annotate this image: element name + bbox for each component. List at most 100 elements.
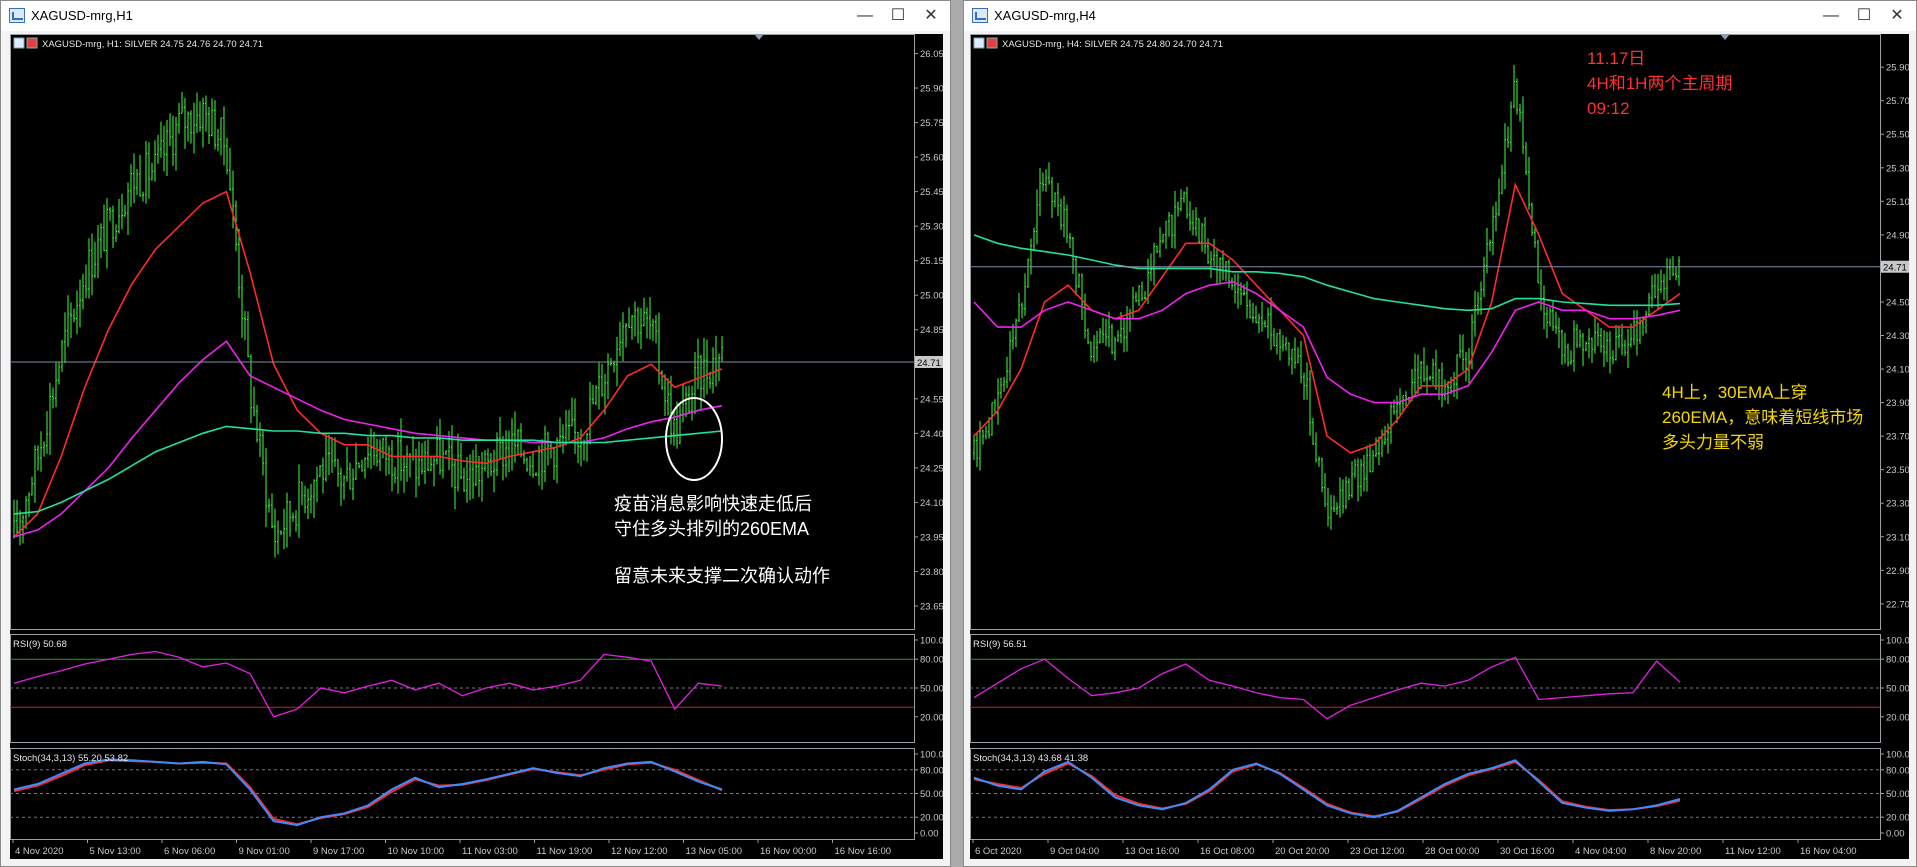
x-tick-label: 30 Oct 16:00: [1500, 846, 1554, 857]
annotation-text: 多头力量不弱: [1662, 433, 1764, 452]
y-tick-label: 24.30: [1886, 331, 1909, 342]
price-bars: [13, 91, 723, 558]
y-tick-label: 25.30: [1886, 163, 1909, 174]
x-tick-label: 9 Nov 17:00: [313, 846, 364, 857]
ema-line-1: [973, 182, 1681, 454]
chart-header: XAGUSD-mrg, H1: SILVER 24.75 24.76 24.70…: [42, 39, 263, 50]
rsi-tick-label: 100.00: [920, 636, 943, 647]
x-tick-label: 16 Oct 08:00: [1200, 846, 1254, 857]
x-tick-label: 16 Nov 00:00: [760, 846, 817, 857]
title-bar[interactable]: XAGUSD-mrg,H1 — ☐ ✕: [1, 1, 950, 31]
chart-area[interactable]: 25.9025.7025.5025.3025.1024.9024.7024.50…: [970, 34, 1915, 859]
ema-line-1: [13, 190, 723, 538]
stoch-tick-label: 20.00: [1886, 813, 1909, 824]
y-tick-label: 24.40: [920, 429, 943, 440]
y-tick-label: 24.85: [920, 325, 943, 336]
stoch-tick-label: 100.00: [1886, 750, 1909, 761]
y-tick-label: 24.90: [1886, 230, 1909, 241]
stoch-tick-label: 0.00: [920, 829, 939, 840]
x-tick-label: 11 Nov 12:00: [1725, 846, 1781, 857]
y-tick-label: 24.55: [920, 394, 943, 405]
y-tick-label: 23.30: [1886, 499, 1909, 510]
x-tick-label: 9 Nov 01:00: [239, 846, 290, 857]
y-tick-label: 23.70: [1886, 432, 1909, 443]
y-tick-label: 25.90: [1886, 63, 1909, 74]
main-pane-frame: [970, 34, 1881, 630]
rsi-tick-label: 50.00: [920, 684, 943, 695]
stoch-tick-label: 100.00: [920, 750, 943, 761]
chart-window-h1[interactable]: XAGUSD-mrg,H1 — ☐ ✕ 26.05 25.90 25.75 25.60…: [0, 0, 951, 867]
x-tick-label: 23 Oct 12:00: [1350, 846, 1404, 857]
y-tick-label: 25.00: [920, 291, 943, 302]
y-tick-label: 22.70: [1886, 599, 1909, 610]
y-tick-label: 22.90: [1886, 566, 1909, 577]
rsi-tick-label: 20.00: [1886, 712, 1909, 723]
x-tick-label: 10 Nov 10:00: [388, 846, 445, 857]
annotation-text: 4H上，30EMA上穿: [1662, 383, 1807, 402]
x-tick-label: 16 Nov 04:00: [1800, 846, 1857, 857]
symbol-icon: [13, 37, 25, 49]
x-tick-label: 11 Nov 19:00: [537, 846, 593, 857]
rsi-label: RSI(9) 50.68: [13, 639, 67, 650]
y-tick-label: 25.45: [920, 187, 943, 198]
maximize-button[interactable]: ☐: [883, 4, 913, 28]
y-tick-label: 23.90: [1886, 398, 1909, 409]
chart-header: XAGUSD-mrg, H4: SILVER 24.75 24.80 24.70…: [1002, 39, 1223, 50]
y-tick-label: 23.10: [1886, 532, 1909, 543]
title-bar[interactable]: XAGUSD-mrg,H4 — ☐ ✕: [964, 1, 1916, 31]
close-button[interactable]: ✕: [916, 4, 946, 28]
h4-chart[interactable]: 25.9025.7025.5025.3025.1024.9024.7024.50…: [970, 34, 1915, 859]
stoch-tick-label: 50.00: [920, 789, 943, 800]
rsi-tick-label: 20.00: [920, 712, 943, 723]
symbol-icon: [973, 37, 985, 49]
annotation-text: 09:12: [1587, 99, 1630, 118]
stoch-label: Stoch(34,3,13) 55.20 53.82: [13, 753, 128, 764]
annotation-text: 疫苗消息影响快速走低后: [614, 494, 812, 514]
x-tick-label: 11 Nov 03:00: [462, 846, 518, 857]
annotation-text: 11.17日: [1587, 49, 1645, 68]
x-tick-label: 5 Nov 13:00: [90, 846, 141, 857]
annotation-text: 260EMA，意味着短线市场: [1662, 408, 1863, 427]
h1-chart[interactable]: 26.05 25.90 25.75 25.60 25.45 25.30 25.15 25.00…: [10, 34, 949, 859]
y-tick-label: 24.50: [1886, 297, 1909, 308]
y-tick-label: 26.05: [920, 49, 943, 60]
x-tick-label: 8 Nov 20:00: [1650, 846, 1701, 857]
rsi-label: RSI(9) 56.51: [973, 639, 1027, 650]
maximize-button[interactable]: ☐: [1849, 4, 1879, 28]
minimize-button[interactable]: —: [1816, 4, 1846, 28]
x-tick-label: 9 Oct 04:00: [1050, 846, 1099, 857]
y-tick-label: 23.80: [920, 567, 943, 578]
x-tick-label: 20 Oct 20:00: [1275, 846, 1329, 857]
chart-area[interactable]: 26.05 25.90 25.75 25.60 25.45 25.30 25.15 25.00…: [10, 34, 949, 859]
stoch-tick-label: 20.00: [920, 813, 943, 824]
rsi-tick-label: 80.00: [920, 655, 943, 666]
chart-window-h4[interactable]: XAGUSD-mrg,H4 — ☐ ✕ 25.90 25.70 25.50 25.30…: [963, 0, 1917, 867]
rsi-tick-label: 50.00: [1886, 684, 1909, 695]
y-tick-label: 25.30: [920, 222, 943, 233]
x-tick-label: 6 Oct 2020: [975, 846, 1021, 857]
shift-marker-icon: [1720, 34, 1730, 40]
x-tick-label: 13 Oct 16:00: [1125, 846, 1179, 857]
x-tick-label: 4 Nov 2020: [15, 846, 64, 857]
rsi-tick-label: 100.00: [1886, 636, 1909, 647]
chart-window-icon: [972, 8, 988, 23]
current-price-label: 24.71: [1883, 263, 1907, 274]
y-tick-label: 25.60: [920, 153, 943, 164]
stoch-label: Stoch(34,3,13) 43.68 41.38: [973, 753, 1088, 764]
shift-marker-icon: [754, 34, 764, 40]
x-tick-label: 16 Nov 16:00: [835, 846, 892, 857]
y-tick-label: 25.90: [920, 84, 943, 95]
stoch-main-line: [973, 759, 1681, 819]
y-tick-label: 24.25: [920, 463, 943, 474]
x-tick-label: 6 Nov 06:00: [164, 846, 215, 857]
window-title: XAGUSD-mrg,H1: [31, 8, 133, 23]
x-tick-label: 28 Oct 00:00: [1425, 846, 1479, 857]
current-price-label: 24.71: [917, 358, 941, 369]
minimize-button[interactable]: —: [850, 4, 880, 28]
flag-icon: [986, 37, 998, 49]
chart-window-icon: [9, 8, 25, 23]
close-button[interactable]: ✕: [1882, 4, 1912, 28]
y-tick-label: 25.70: [1886, 96, 1909, 107]
y-tick-label: 25.15: [920, 256, 943, 267]
y-tick-label: 23.95: [920, 532, 943, 543]
